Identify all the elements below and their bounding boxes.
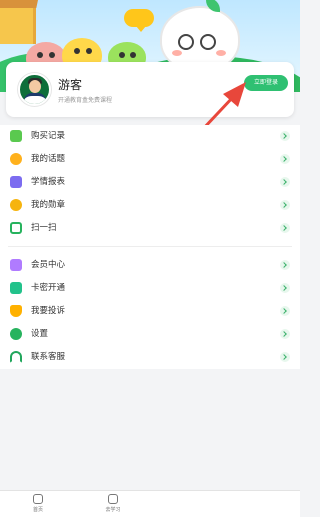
nav-label: 去学习 bbox=[105, 507, 121, 513]
login-button[interactable]: 立即登录 bbox=[244, 75, 288, 91]
speech-bubble-icon bbox=[124, 9, 154, 32]
nav-home[interactable]: 首页 bbox=[18, 494, 58, 513]
purchase-record-icon bbox=[10, 130, 22, 142]
chevron-right-icon bbox=[280, 260, 290, 270]
menu-item-complaint[interactable]: 我要投诉 bbox=[0, 300, 300, 323]
menu-item-label: 我的勋章 bbox=[31, 200, 66, 210]
menu-item-label: 我的话题 bbox=[31, 154, 66, 164]
menu-item-label: 我要投诉 bbox=[31, 306, 66, 316]
user-name: 游客 bbox=[58, 78, 83, 92]
chevron-right-icon bbox=[280, 154, 290, 164]
menu-item-label: 卡密开通 bbox=[31, 283, 66, 293]
chevron-right-icon bbox=[280, 306, 290, 316]
chevron-right-icon bbox=[280, 223, 290, 233]
menu-item-my-topics[interactable]: 我的话题 bbox=[0, 148, 300, 171]
medal-icon bbox=[10, 199, 22, 211]
menu-group-1: 购买记录 我的话题 学情报表 我的勋章 扫一扫 bbox=[0, 125, 300, 240]
chevron-right-icon bbox=[280, 283, 290, 293]
settings-icon bbox=[10, 328, 22, 340]
home-icon bbox=[33, 494, 43, 504]
menu-item-member-center[interactable]: 会员中心 bbox=[0, 254, 300, 277]
menu-item-my-medals[interactable]: 我的勋章 bbox=[0, 194, 300, 217]
menu-group-2: 会员中心 卡密开通 我要投诉 设置 联系客服 bbox=[0, 254, 300, 369]
profile-subtitle: 开通教育盒免费课程 bbox=[58, 97, 113, 104]
chevron-right-icon bbox=[280, 131, 290, 141]
menu-item-label: 联系客服 bbox=[31, 352, 66, 362]
chevron-right-icon bbox=[280, 200, 290, 210]
menu-item-settings[interactable]: 设置 bbox=[0, 323, 300, 346]
chevron-right-icon bbox=[280, 177, 290, 187]
chevron-right-icon bbox=[280, 352, 290, 362]
menu-list: 购买记录 我的话题 学情报表 我的勋章 扫一扫 会员中心 卡密开通 我要投诉 设… bbox=[0, 125, 300, 369]
menu-item-label: 扫一扫 bbox=[31, 223, 57, 233]
chevron-right-icon bbox=[280, 329, 290, 339]
avatar[interactable] bbox=[18, 73, 51, 106]
menu-item-label: 学情报表 bbox=[31, 177, 66, 187]
menu-item-customer-service[interactable]: 联系客服 bbox=[0, 346, 300, 369]
divider bbox=[0, 240, 300, 254]
profile-card: 游客 开通教育盒免费课程 立即登录 bbox=[6, 62, 294, 117]
vip-icon bbox=[10, 259, 22, 271]
headset-icon bbox=[10, 351, 22, 363]
nav-label: 首页 bbox=[32, 507, 43, 513]
card-icon bbox=[10, 282, 22, 294]
nav-study[interactable]: 去学习 bbox=[93, 494, 133, 513]
bottom-nav: 首页 去学习 bbox=[0, 490, 300, 517]
scan-icon bbox=[10, 222, 22, 234]
menu-item-label: 会员中心 bbox=[31, 260, 66, 270]
menu-item-learning-report[interactable]: 学情报表 bbox=[0, 171, 300, 194]
complaint-shield-icon bbox=[10, 305, 22, 317]
menu-item-card-activation[interactable]: 卡密开通 bbox=[0, 277, 300, 300]
menu-item-scan[interactable]: 扫一扫 bbox=[0, 217, 300, 240]
topic-chat-icon bbox=[10, 153, 22, 165]
study-icon bbox=[108, 494, 118, 504]
menu-item-label: 购买记录 bbox=[31, 131, 66, 141]
report-robot-icon bbox=[10, 176, 22, 188]
menu-item-purchase-records[interactable]: 购买记录 bbox=[0, 125, 300, 148]
menu-item-label: 设置 bbox=[31, 329, 49, 339]
house-illustration bbox=[0, 0, 40, 44]
